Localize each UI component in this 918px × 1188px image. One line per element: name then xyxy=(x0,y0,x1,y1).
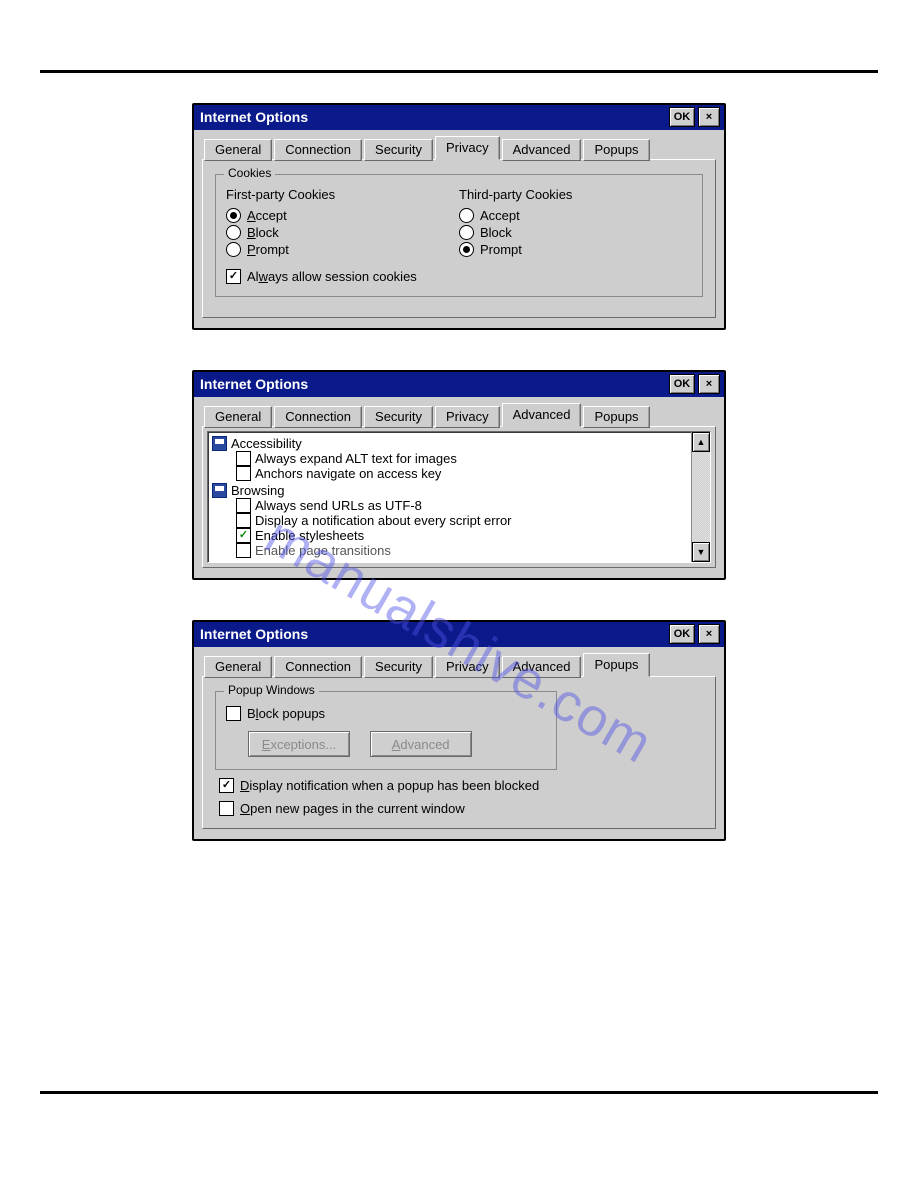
close-button[interactable]: × xyxy=(698,107,720,127)
tab-body-advanced: Accessibility Always expand ALT text for… xyxy=(202,426,716,568)
ok-button[interactable]: OK xyxy=(669,374,695,394)
checkbox-icon xyxy=(219,778,234,793)
radio-third-prompt[interactable]: Prompt xyxy=(459,242,692,257)
checkbox-icon xyxy=(236,451,251,466)
radio-first-prompt[interactable]: Prompt xyxy=(226,242,459,257)
tab-security[interactable]: Security xyxy=(364,139,433,161)
close-button[interactable]: × xyxy=(698,374,720,394)
document-page: Internet Options OK × General Connection… xyxy=(0,0,918,1164)
tab-popups[interactable]: Popups xyxy=(583,406,649,428)
checkbox-icon xyxy=(236,466,251,481)
check-block-popups[interactable]: Block popups xyxy=(226,706,546,721)
tab-strip: General Connection Security Privacy Adva… xyxy=(202,653,716,677)
tab-privacy[interactable]: Privacy xyxy=(435,406,500,428)
title-text: Internet Options xyxy=(200,109,666,125)
tab-popups[interactable]: Popups xyxy=(583,139,649,161)
tab-privacy[interactable]: Privacy xyxy=(435,656,500,678)
check-open-new-pages[interactable]: Open new pages in the current window xyxy=(219,801,701,816)
radio-icon xyxy=(459,225,474,240)
top-rule xyxy=(40,70,878,73)
popup-buttons-row: Exceptions... Advanced xyxy=(240,725,546,759)
dialog-internet-options-advanced: Internet Options OK × General Connection… xyxy=(192,370,726,580)
bottom-rule xyxy=(40,1091,878,1094)
item-page-transitions[interactable]: Enable page transitions xyxy=(236,543,687,558)
col-first-party: First-party Cookies Accept Block xyxy=(226,187,459,259)
item-stylesheets[interactable]: Enable stylesheets xyxy=(236,528,687,543)
title-text: Internet Options xyxy=(200,626,666,642)
tab-strip: General Connection Security Privacy Adva… xyxy=(202,403,716,427)
tab-security[interactable]: Security xyxy=(364,406,433,428)
advanced-button[interactable]: Advanced xyxy=(370,731,472,757)
check-always-session[interactable]: Always allow session cookies xyxy=(226,269,692,284)
item-script-error[interactable]: Display a notification about every scrip… xyxy=(236,513,687,528)
checkbox-icon xyxy=(236,513,251,528)
scrollbar[interactable]: ▲ ▼ xyxy=(691,432,710,562)
client-area: General Connection Security Privacy Adva… xyxy=(194,647,724,839)
exceptions-button[interactable]: Exceptions... xyxy=(248,731,350,757)
checkbox-icon xyxy=(226,269,241,284)
tab-connection[interactable]: Connection xyxy=(274,139,362,161)
group-popup-windows: Popup Windows Block popups Exceptions...… xyxy=(215,691,557,770)
tab-strip: General Connection Security Privacy Adva… xyxy=(202,136,716,160)
cat-browsing[interactable]: Browsing xyxy=(212,483,687,498)
close-button[interactable]: × xyxy=(698,624,720,644)
check-display-notification[interactable]: Display notification when a popup has be… xyxy=(219,778,701,793)
group-cookies-legend: Cookies xyxy=(224,166,275,180)
checkbox-icon xyxy=(236,498,251,513)
tree-content: Accessibility Always expand ALT text for… xyxy=(208,432,691,562)
cat-accessibility[interactable]: Accessibility xyxy=(212,436,687,451)
titlebar: Internet Options OK × xyxy=(194,105,724,130)
tab-general[interactable]: General xyxy=(204,139,272,161)
item-alt-text[interactable]: Always expand ALT text for images xyxy=(236,451,687,466)
client-area: General Connection Security Privacy Adva… xyxy=(194,130,724,328)
checkbox-icon xyxy=(219,801,234,816)
item-anchors[interactable]: Anchors navigate on access key xyxy=(236,466,687,481)
radio-icon xyxy=(226,208,241,223)
tab-popups[interactable]: Popups xyxy=(583,653,649,677)
radio-third-block[interactable]: Block xyxy=(459,225,692,240)
radio-icon xyxy=(459,208,474,223)
tab-advanced[interactable]: Advanced xyxy=(502,403,582,427)
radio-first-accept[interactable]: Accept xyxy=(226,208,459,223)
tab-advanced[interactable]: Advanced xyxy=(502,139,582,161)
titlebar: Internet Options OK × xyxy=(194,622,724,647)
advanced-tree[interactable]: Accessibility Always expand ALT text for… xyxy=(207,431,711,563)
dialog-internet-options-privacy: Internet Options OK × General Connection… xyxy=(192,103,726,330)
tab-privacy[interactable]: Privacy xyxy=(435,136,500,160)
category-icon xyxy=(212,436,227,451)
item-utf8[interactable]: Always send URLs as UTF-8 xyxy=(236,498,687,513)
group-cookies: Cookies First-party Cookies Accept xyxy=(215,174,703,297)
third-party-label: Third-party Cookies xyxy=(459,187,692,202)
tab-body-privacy: Cookies First-party Cookies Accept xyxy=(202,159,716,318)
group-popup-legend: Popup Windows xyxy=(224,683,319,697)
ok-button[interactable]: OK xyxy=(669,624,695,644)
first-party-label: First-party Cookies xyxy=(226,187,459,202)
ok-button[interactable]: OK xyxy=(669,107,695,127)
title-text: Internet Options xyxy=(200,376,666,392)
radio-icon xyxy=(459,242,474,257)
radio-third-accept[interactable]: Accept xyxy=(459,208,692,223)
checkbox-icon xyxy=(226,706,241,721)
dialog-internet-options-popups: Internet Options OK × General Connection… xyxy=(192,620,726,841)
checkbox-icon xyxy=(236,528,251,543)
tab-general[interactable]: General xyxy=(204,406,272,428)
category-icon xyxy=(212,483,227,498)
titlebar: Internet Options OK × xyxy=(194,372,724,397)
col-third-party: Third-party Cookies Accept Block xyxy=(459,187,692,259)
scroll-track[interactable] xyxy=(692,452,710,542)
scroll-up-button[interactable]: ▲ xyxy=(692,432,710,452)
tab-security[interactable]: Security xyxy=(364,656,433,678)
tab-connection[interactable]: Connection xyxy=(274,406,362,428)
radio-icon xyxy=(226,242,241,257)
tab-connection[interactable]: Connection xyxy=(274,656,362,678)
radio-icon xyxy=(226,225,241,240)
client-area: General Connection Security Privacy Adva… xyxy=(194,397,724,578)
tab-body-popups: Popup Windows Block popups Exceptions...… xyxy=(202,676,716,829)
scroll-down-button[interactable]: ▼ xyxy=(692,542,710,562)
tab-general[interactable]: General xyxy=(204,656,272,678)
radio-first-block[interactable]: Block xyxy=(226,225,459,240)
checkbox-icon xyxy=(236,543,251,558)
tab-advanced[interactable]: Advanced xyxy=(502,656,582,678)
